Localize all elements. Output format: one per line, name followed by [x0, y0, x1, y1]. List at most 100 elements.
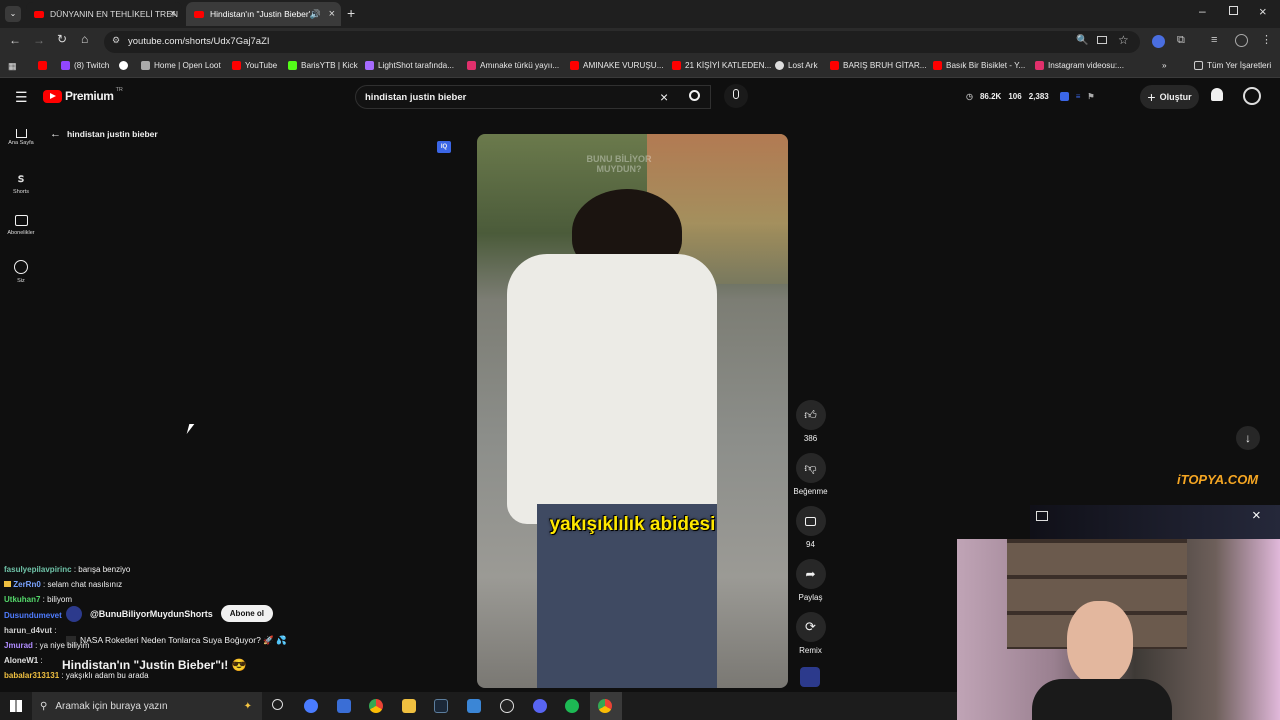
bookmark-7[interactable]: 21 KİŞİYİ KATLEDEN...: [672, 61, 771, 70]
hamburger-menu-icon[interactable]: ☰: [15, 89, 28, 106]
store-icon[interactable]: [337, 699, 351, 713]
bookmark-youtube-red[interactable]: [38, 61, 51, 70]
bookmark-9[interactable]: BARIŞ BRUH GİTAR...: [830, 61, 927, 70]
iq-extension-badge[interactable]: IQ: [437, 141, 451, 153]
youtube-icon: [194, 10, 204, 18]
media-icon[interactable]: ≡: [1211, 34, 1217, 46]
site-info-icon[interactable]: ⚙: [112, 35, 120, 46]
bookmark-3[interactable]: BarisYTB | Kick: [288, 61, 358, 70]
like-count: 386: [803, 434, 818, 443]
minimize-button[interactable]: –: [1199, 4, 1206, 18]
sidebar-item-home[interactable]: Ana Sayfa: [0, 127, 42, 146]
tab-search-icon[interactable]: ⌄: [5, 6, 21, 22]
chrome-icon[interactable]: [369, 699, 383, 713]
bookmark-label: Amınake türkü yayıı...: [480, 61, 560, 70]
bookmark-8[interactable]: Lost Ark: [775, 61, 818, 70]
profile-extension-icon[interactable]: [1152, 35, 1165, 48]
avatar[interactable]: [1243, 87, 1261, 105]
chrome-active-icon[interactable]: [598, 699, 612, 713]
tab-1[interactable]: DÜNYANIN EN TEHLİKELİ TREN ×: [26, 2, 182, 26]
task-view-icon[interactable]: [272, 699, 283, 710]
all-bookmarks[interactable]: Tüm Yer İşaretleri: [1194, 61, 1271, 70]
bookmark-11[interactable]: Instagram videosu:...: [1035, 61, 1124, 70]
dislike-button[interactable]: 👎︎ Beğenme: [790, 453, 831, 496]
next-video-button[interactable]: ↓: [1236, 426, 1260, 450]
comments-button[interactable]: 94: [795, 506, 826, 549]
channel-avatar[interactable]: [800, 667, 820, 687]
create-button[interactable]: + Oluştur: [1140, 85, 1199, 109]
person-shirt: [507, 254, 717, 524]
remix-button[interactable]: ⟳ Remix: [795, 612, 826, 655]
bookmark-4[interactable]: LightShot tarafında...: [365, 61, 454, 70]
explorer-icon[interactable]: [402, 699, 416, 713]
home-icon[interactable]: ⌂: [81, 32, 88, 46]
bookmark-label: AMINAKE VURUŞU...: [583, 61, 664, 70]
sidebar-item-subscriptions[interactable]: Abonelikler: [0, 215, 42, 236]
forward-icon[interactable]: →: [33, 33, 45, 47]
url-bar[interactable]: ⚙ youtube.com/shorts/Udx7Gaj7aZI 🔍 ☆: [104, 31, 1140, 53]
itopya-logo: iTOPYA.COM: [1177, 472, 1259, 487]
notifications-icon[interactable]: [1211, 88, 1223, 101]
sidebar-item-label: Abonelikler: [7, 230, 35, 236]
new-tab-button[interactable]: +: [347, 5, 355, 21]
like-button[interactable]: 👍︎ 386: [795, 400, 826, 443]
bookmark-6[interactable]: AMINAKE VURUŞU...: [570, 61, 664, 70]
apps-icon[interactable]: ▦: [8, 61, 17, 72]
install-icon[interactable]: [1097, 36, 1107, 44]
shorts-video-player[interactable]: BUNU BİLİYOR MUYDUN? yakışıklılık abides…: [477, 134, 788, 688]
bookmark-0[interactable]: (8) Twitch: [61, 61, 109, 70]
list-icon[interactable]: ≡: [1076, 92, 1081, 101]
back-to-search-button[interactable]: ← hindistan justin bieber: [50, 128, 158, 140]
extensions-icon[interactable]: ⧉: [1177, 34, 1185, 47]
extension-icon[interactable]: [1059, 92, 1069, 101]
steam-icon[interactable]: [434, 699, 448, 713]
account-icon[interactable]: [1235, 34, 1248, 47]
zoom-icon[interactable]: 🔍: [1076, 35, 1088, 46]
search-input[interactable]: hindistan justin bieber ×: [355, 85, 711, 109]
bookmark-1[interactable]: Home | Open Loot: [141, 61, 221, 70]
miniplayer-close-icon[interactable]: ×: [1252, 507, 1261, 524]
restore-button[interactable]: [1229, 6, 1238, 15]
share-button[interactable]: ➦ Paylaş: [795, 559, 826, 602]
bookmark-google[interactable]: [119, 61, 132, 70]
youtube-logo[interactable]: Premium TR: [43, 87, 123, 103]
bookmark-5[interactable]: Amınake türkü yayıı...: [467, 61, 559, 70]
sidebar-item-label: Siz: [17, 278, 25, 284]
thumbs-down-icon: 👎︎: [804, 460, 817, 475]
more-bookmarks-icon[interactable]: »: [1162, 61, 1167, 70]
download-app-icon[interactable]: [467, 699, 481, 713]
sidebar-item-shorts[interactable]: ꜱ Shorts: [0, 171, 42, 195]
close-icon[interactable]: ×: [329, 8, 335, 20]
chat-text: biliyom: [47, 595, 73, 605]
chat-user: harun_d4vut: [4, 625, 53, 635]
sidebar-item-label: Shorts: [13, 189, 29, 195]
bookmark-label: YouTube: [245, 61, 278, 70]
bookmark-2[interactable]: YouTube: [232, 61, 277, 70]
miniplayer-expand-icon[interactable]: [1036, 511, 1048, 521]
taskbar-search[interactable]: ⚲ Aramak için buraya yazın ✦: [32, 692, 262, 720]
close-window-button[interactable]: ×: [1259, 4, 1267, 19]
spotify-icon[interactable]: [565, 699, 579, 713]
sidebar-item-you[interactable]: Siz: [0, 260, 42, 284]
close-icon[interactable]: ×: [170, 8, 176, 20]
chat-user: Dusundumevet: [4, 610, 62, 620]
remix-label: Remix: [799, 646, 822, 655]
clear-search-icon[interactable]: ×: [660, 89, 668, 105]
obs-icon[interactable]: [500, 699, 514, 713]
windows-start-icon[interactable]: [10, 700, 22, 712]
star-icon[interactable]: ☆: [1118, 33, 1129, 47]
voice-search-button[interactable]: [724, 84, 748, 108]
discord-icon[interactable]: [533, 699, 547, 713]
speaker-icon[interactable]: 🔊: [310, 9, 321, 20]
tab-2[interactable]: Hindistan'ın "Justin Bieber"i 🔊 ×: [186, 2, 341, 26]
bookmark-10[interactable]: Basık Bir Bisiklet - Y...: [933, 61, 1025, 70]
subscriptions-icon: [14, 215, 28, 226]
back-icon[interactable]: ←: [9, 33, 21, 47]
app-icon[interactable]: [304, 699, 318, 713]
flag-icon[interactable]: ⚑: [1087, 92, 1094, 101]
arrow-left-icon: ←: [50, 128, 61, 140]
video-caption: yakışıklılık abidesi: [549, 514, 716, 535]
menu-icon[interactable]: ⋮: [1261, 33, 1272, 46]
reload-icon[interactable]: ↻: [57, 32, 67, 46]
search-button[interactable]: [677, 85, 713, 109]
